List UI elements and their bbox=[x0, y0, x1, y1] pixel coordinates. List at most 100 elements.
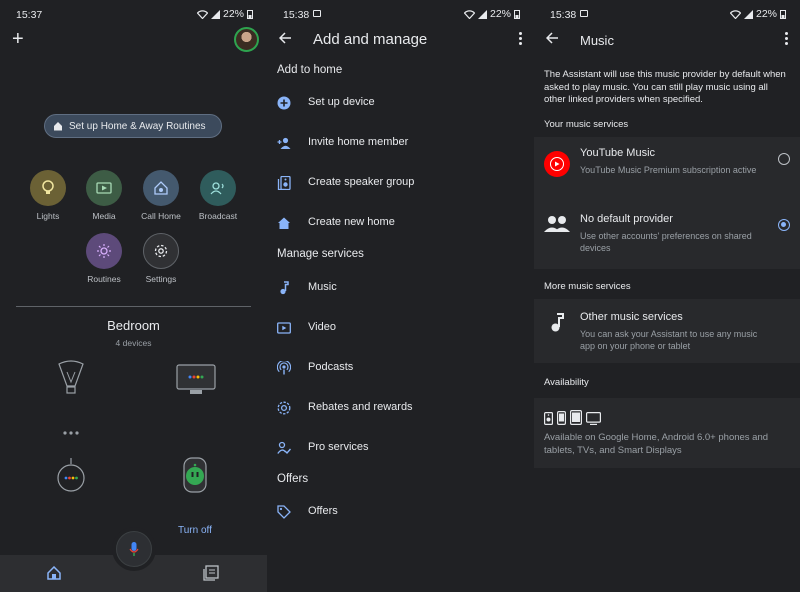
menu-item-set-up-device[interactable]: Set up device bbox=[267, 90, 534, 116]
menu-item-create-new-home[interactable]: Create new home bbox=[267, 210, 534, 236]
battery-level: 22% bbox=[756, 8, 777, 20]
status-bar: 15:37 22% bbox=[0, 0, 267, 30]
room-title: Bedroom bbox=[0, 318, 267, 333]
service-description: Use other accounts' preferences on share… bbox=[580, 230, 760, 254]
call-home-icon bbox=[143, 170, 179, 206]
tv-icon bbox=[586, 412, 601, 425]
section-header-manage-services: Manage services bbox=[277, 248, 364, 260]
add-and-manage-screen: 15:38 22% Add and manage Add to home Set… bbox=[267, 0, 534, 592]
device-icons bbox=[544, 410, 601, 425]
tile-settings[interactable]: Settings bbox=[129, 233, 193, 284]
menu-item-label: Invite home member bbox=[308, 136, 408, 148]
availability-text: Available on Google Home, Android 6.0+ p… bbox=[544, 432, 788, 457]
turn-off-button[interactable]: Turn off bbox=[178, 525, 212, 536]
mini-speaker-device-icon[interactable] bbox=[55, 458, 87, 494]
tile-media[interactable]: Media bbox=[72, 170, 136, 221]
tile-label: Routines bbox=[72, 274, 136, 284]
tile-label: Media bbox=[72, 211, 136, 221]
wifi-icon bbox=[464, 10, 475, 19]
gear-check-icon bbox=[277, 401, 291, 415]
add-person-icon bbox=[277, 136, 291, 150]
people-icon bbox=[544, 215, 570, 233]
section-header-add-to-home: Add to home bbox=[277, 64, 342, 76]
avatar[interactable] bbox=[234, 27, 259, 52]
service-title: No default provider bbox=[580, 213, 673, 225]
menu-item-create-speaker-group[interactable]: Create speaker group bbox=[267, 170, 534, 196]
section-header-availability: Availability bbox=[544, 377, 589, 388]
tile-lights[interactable]: Lights bbox=[16, 170, 80, 221]
menu-item-invite-home-member[interactable]: Invite home member bbox=[267, 130, 534, 156]
menu-item-label: Pro services bbox=[308, 441, 369, 453]
menu-item-rebates-and-rewards[interactable]: Rebates and rewards bbox=[267, 395, 534, 421]
back-arrow-icon[interactable] bbox=[546, 32, 559, 44]
broadcast-icon bbox=[200, 170, 236, 206]
video-icon bbox=[277, 321, 291, 335]
mic-button[interactable] bbox=[116, 531, 152, 567]
music-note-icon bbox=[548, 313, 564, 333]
menu-item-label: Set up device bbox=[308, 96, 375, 108]
status-time: 15:37 bbox=[16, 9, 42, 21]
menu-item-video[interactable]: Video bbox=[267, 315, 534, 341]
smart-plug-device-icon[interactable] bbox=[180, 456, 210, 494]
battery-icon bbox=[514, 9, 520, 19]
battery-icon bbox=[247, 9, 253, 19]
speaker-icon bbox=[544, 412, 553, 425]
other-services-description: You can ask your Assistant to use any mu… bbox=[580, 328, 760, 352]
menu-item-label: Video bbox=[308, 321, 336, 333]
tile-label: Settings bbox=[129, 274, 193, 284]
app-bar: Add and manage bbox=[267, 26, 534, 54]
menu-item-label: Rebates and rewards bbox=[308, 401, 413, 413]
back-arrow-icon[interactable] bbox=[279, 32, 292, 44]
media-icon bbox=[86, 170, 122, 206]
menu-item-offers[interactable]: Offers bbox=[267, 499, 534, 525]
add-icon[interactable]: + bbox=[12, 30, 24, 48]
smart-display-device-icon[interactable] bbox=[176, 364, 216, 396]
tablet-icon bbox=[570, 410, 582, 425]
service-no-default-provider[interactable]: No default provider Use other accounts' … bbox=[534, 209, 800, 271]
menu-item-pro-services[interactable]: Pro services bbox=[267, 435, 534, 461]
signal-icon bbox=[744, 10, 753, 19]
wifi-icon bbox=[730, 10, 741, 19]
status-time: 15:38 bbox=[283, 9, 309, 21]
tile-label: Lights bbox=[16, 211, 80, 221]
page-title: Add and manage bbox=[313, 31, 427, 48]
battery-level: 22% bbox=[490, 8, 511, 20]
menu-item-label: Offers bbox=[308, 505, 338, 517]
music-settings-screen: 15:38 22% Music The Assistant will use t… bbox=[534, 0, 800, 592]
setup-routines-chip[interactable]: Set up Home & Away Routines bbox=[44, 114, 222, 138]
section-header-more-music-services: More music services bbox=[544, 281, 631, 292]
person-check-icon bbox=[277, 441, 291, 455]
radio-no-default-provider[interactable] bbox=[778, 219, 790, 231]
overflow-menu-icon[interactable] bbox=[785, 32, 788, 47]
menu-item-music[interactable]: Music bbox=[267, 275, 534, 301]
bulb-icon bbox=[30, 170, 66, 206]
intro-text: The Assistant will use this music provid… bbox=[544, 69, 788, 107]
tile-routines[interactable]: Routines bbox=[72, 233, 136, 284]
overflow-menu-icon[interactable] bbox=[519, 32, 522, 47]
other-services-title: Other music services bbox=[580, 311, 683, 323]
battery-icon bbox=[780, 9, 786, 19]
service-description: YouTube Music Premium subscription activ… bbox=[580, 164, 760, 176]
divider bbox=[16, 306, 251, 307]
feed-tab-icon[interactable] bbox=[203, 565, 219, 581]
radio-youtube-music[interactable] bbox=[778, 153, 790, 165]
service-youtube-music[interactable]: YouTube Music YouTube Music Premium subs… bbox=[534, 143, 800, 205]
speaker-group-icon bbox=[277, 176, 291, 190]
music-note-icon bbox=[277, 281, 291, 295]
menu-item-podcasts[interactable]: Podcasts bbox=[267, 355, 534, 381]
signal-icon bbox=[478, 10, 487, 19]
battery-level: 22% bbox=[223, 8, 244, 20]
home-lock-icon bbox=[53, 121, 63, 131]
other-music-services[interactable]: Other music services You can ask your As… bbox=[534, 307, 800, 369]
wifi-icon bbox=[197, 10, 208, 19]
tile-broadcast[interactable]: Broadcast bbox=[186, 170, 250, 221]
more-services-card: Other music services You can ask your As… bbox=[534, 299, 800, 363]
routines-icon bbox=[86, 233, 122, 269]
tile-call-home[interactable]: Call Home bbox=[129, 170, 193, 221]
home-screen: 15:37 22% + Set up Home & Away Routines … bbox=[0, 0, 267, 592]
home-tab-icon[interactable] bbox=[47, 566, 61, 580]
menu-item-label: Music bbox=[308, 281, 337, 293]
page-title: Music bbox=[580, 33, 614, 48]
tile-label: Call Home bbox=[129, 211, 193, 221]
light-bulb-device-icon[interactable] bbox=[55, 360, 87, 398]
